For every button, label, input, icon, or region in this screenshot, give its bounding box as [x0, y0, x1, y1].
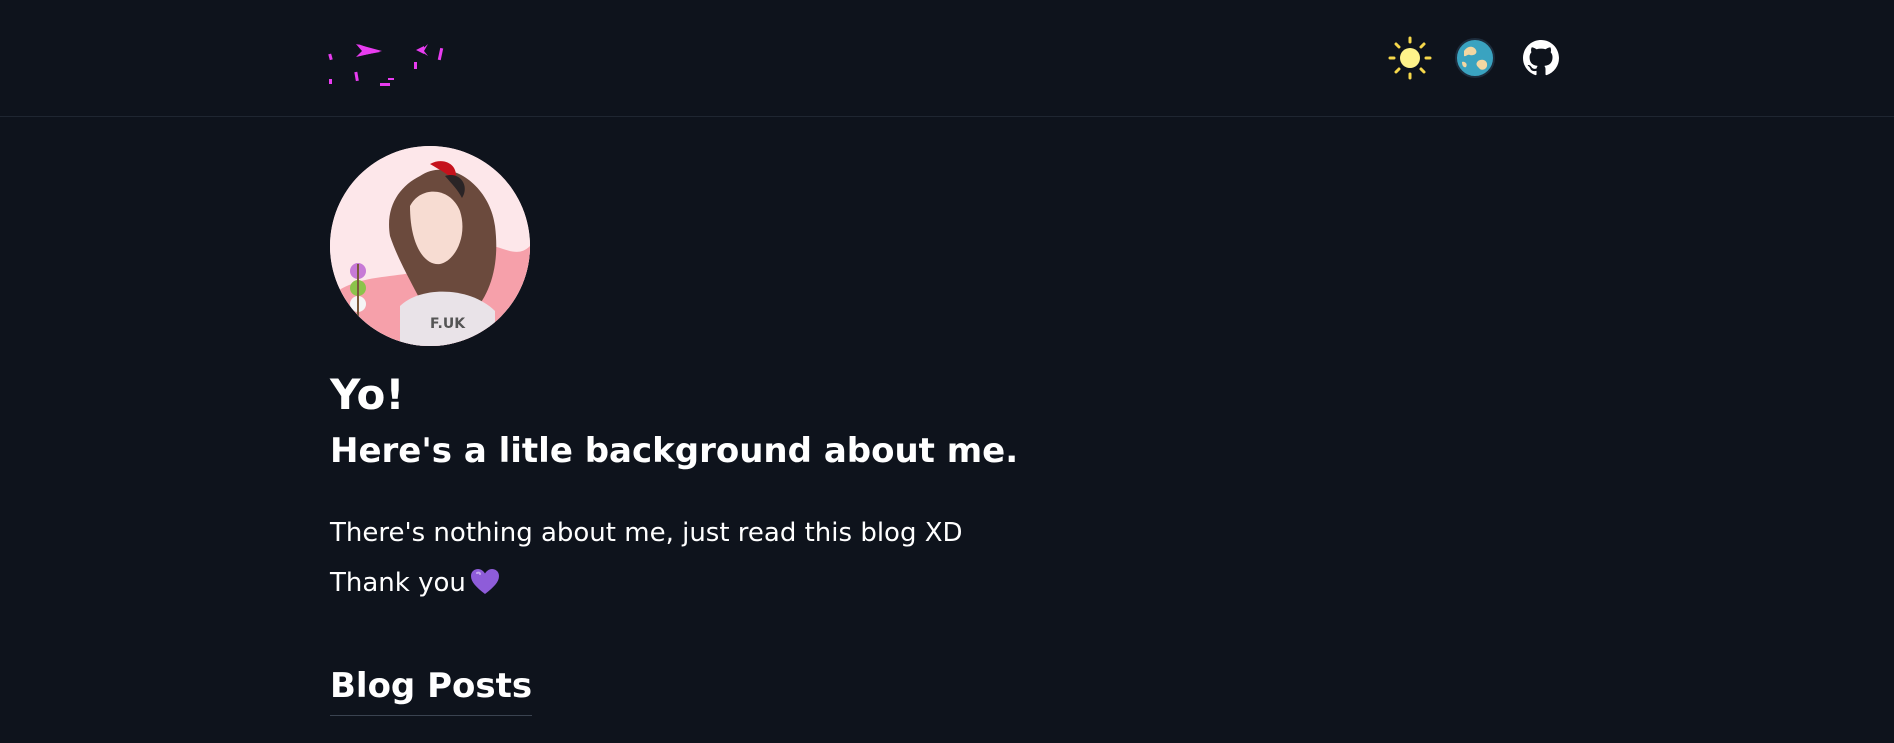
page-subtitle: Here's a litle background about me. [330, 431, 1019, 471]
blog-posts-heading: Blog Posts [330, 663, 533, 716]
site-logo[interactable] [328, 42, 468, 94]
thanks-text: Thank you [330, 568, 466, 598]
site-header [0, 0, 1894, 117]
thanks-line: Thank you [330, 563, 500, 608]
avatar: F.UK [330, 146, 530, 346]
header-actions [1388, 36, 1563, 80]
github-icon[interactable] [1519, 36, 1563, 80]
svg-text:F.UK: F.UK [430, 316, 466, 332]
sun-icon[interactable] [1388, 36, 1432, 80]
purple-heart-icon [470, 568, 500, 608]
intro-text: There's nothing about me, just read this… [330, 518, 963, 548]
globe-icon[interactable] [1453, 36, 1497, 80]
page-title: Yo! [330, 370, 405, 419]
